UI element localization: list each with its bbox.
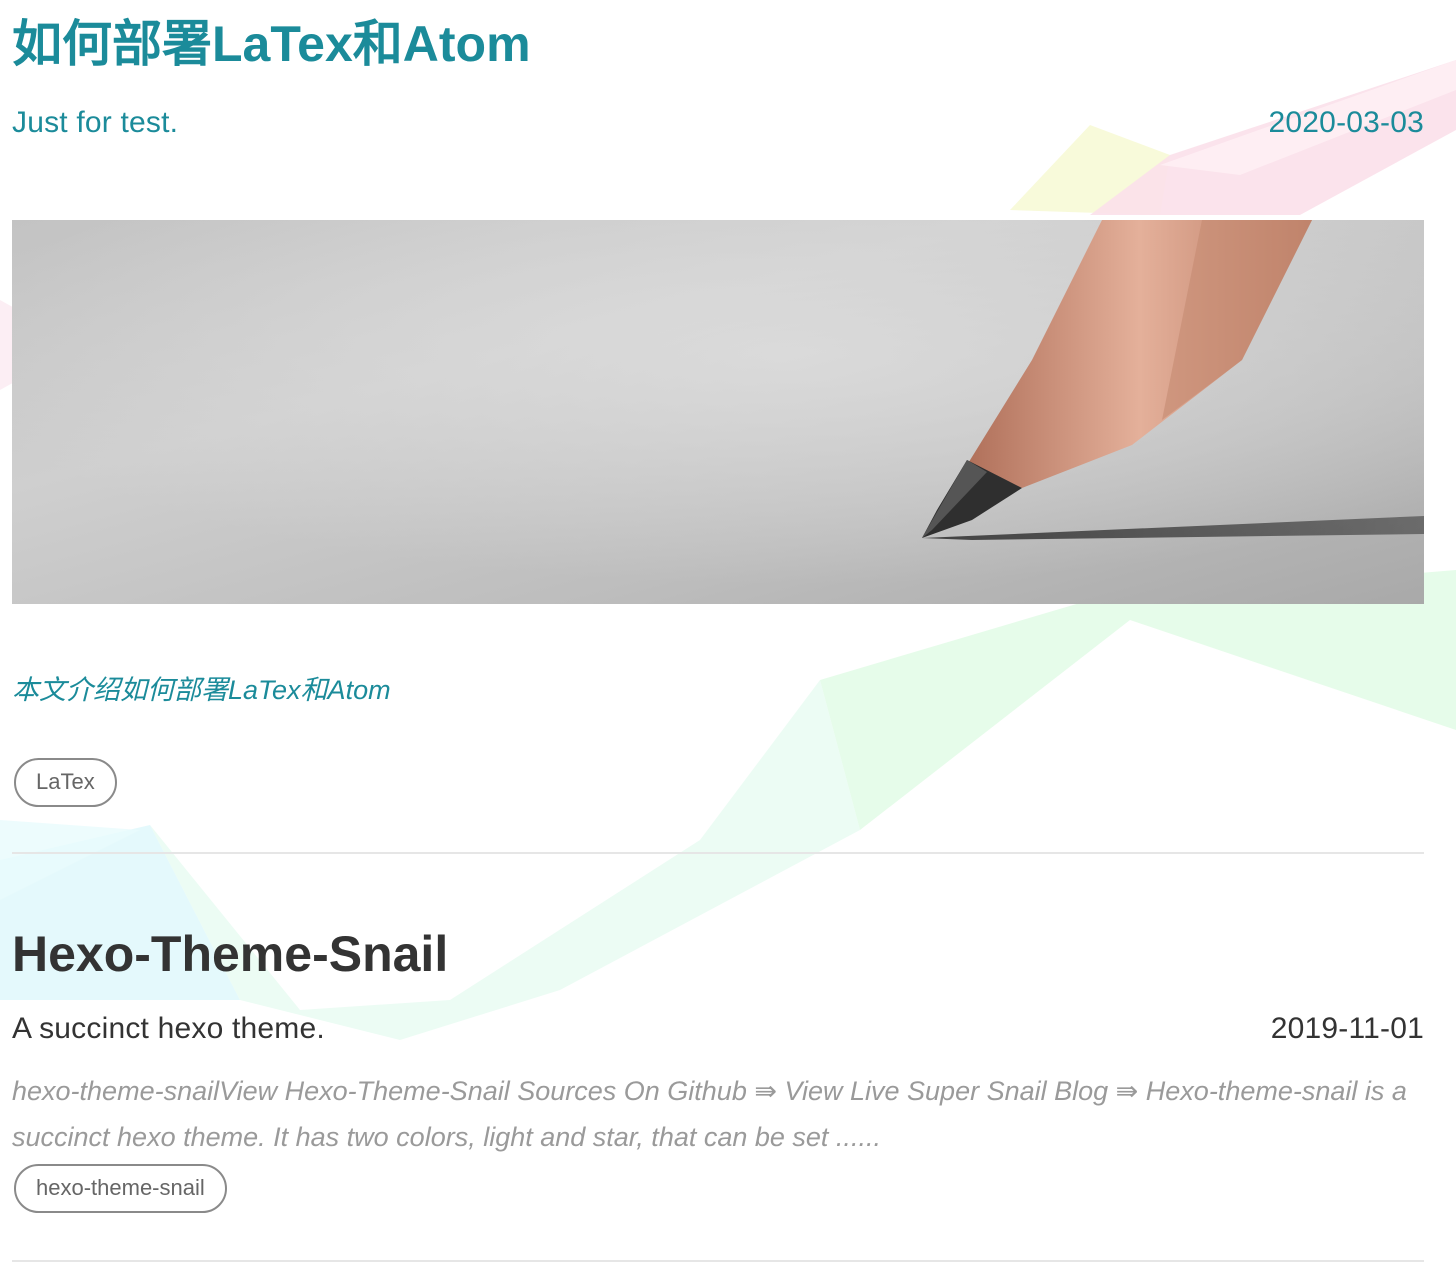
post-divider [12,852,1424,854]
post-meta: Just for test. 2020-03-03 [12,106,1424,140]
post-title-link[interactable]: 如何部署LaTex和Atom [12,0,1424,74]
post-divider [12,1260,1424,1262]
post-excerpt: 本文介绍如何部署LaTex和Atom [12,675,391,705]
post-item: 如何部署LaTex和Atom Just for test. 2020-03-03 [12,0,1424,854]
post-subtitle: Just for test. [12,106,179,139]
post-excerpt: hexo-theme-snailView Hexo-Theme-Snail So… [12,1076,1407,1152]
tag-latex[interactable]: LaTex [14,758,117,807]
tag-hexo-theme-snail[interactable]: hexo-theme-snail [14,1164,227,1213]
pencil-on-paper-photo[interactable] [12,220,1424,604]
page: 如何部署LaTex和Atom Just for test. 2020-03-03 [0,0,1456,1282]
post-item: Hexo-Theme-Snail A succinct hexo theme. … [12,924,1424,1262]
post-meta: A succinct hexo theme. 2019-11-01 [12,1012,1424,1046]
post-date: 2019-11-01 [1270,1012,1424,1045]
tag-list: hexo-theme-snail [14,1164,1424,1220]
post-list: 如何部署LaTex和Atom Just for test. 2020-03-03 [12,0,1424,1262]
post-title-link[interactable]: Hexo-Theme-Snail [12,924,1424,982]
tag-list: LaTex [14,758,1424,814]
post-date: 2020-03-03 [1268,106,1424,139]
post-subtitle: A succinct hexo theme. [12,1012,325,1045]
